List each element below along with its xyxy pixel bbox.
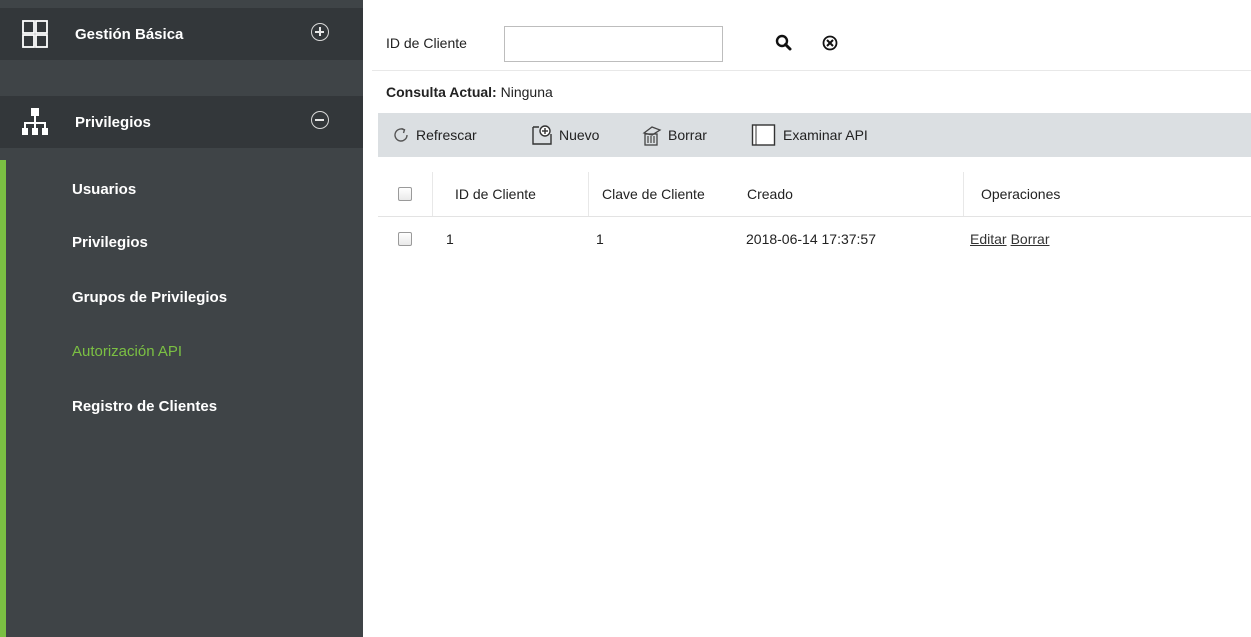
refresh-button[interactable]: Refrescar xyxy=(392,113,477,157)
browse-api-button[interactable]: Examinar API xyxy=(751,113,868,157)
sidebar-item-privilegios[interactable]: Privilegios xyxy=(72,234,148,251)
row-select-cell xyxy=(398,217,412,261)
column-header-operations: Operaciones xyxy=(981,186,1061,202)
hierarchy-icon xyxy=(22,108,48,135)
api-window-icon xyxy=(751,124,776,146)
sidebar-item-usuarios[interactable]: Usuarios xyxy=(72,181,136,198)
collapse-icon[interactable] xyxy=(311,111,329,129)
search-bar: ID de Cliente xyxy=(372,12,1251,71)
browse-api-label: Examinar API xyxy=(783,127,868,143)
column-header-id[interactable]: ID de Cliente xyxy=(455,172,536,216)
cell-operations: Editar Borrar xyxy=(970,217,1053,261)
module-gestion-basica[interactable]: Gestión Básica xyxy=(0,8,363,60)
table-header: ID de Cliente Clave de Cliente Creado Op… xyxy=(378,172,1251,217)
module-label: Privilegios xyxy=(75,113,151,131)
column-header-key[interactable]: Clave de Cliente xyxy=(602,172,705,216)
sidebar: Gestión Básica Privilegios Usuarios Priv… xyxy=(0,0,363,637)
query-label: Consulta Actual: xyxy=(386,84,497,100)
clear-icon[interactable] xyxy=(821,34,839,52)
module-label: Gestión Básica xyxy=(75,25,184,43)
column-divider xyxy=(432,172,433,216)
expand-icon[interactable] xyxy=(311,23,329,41)
search-input[interactable] xyxy=(504,26,723,62)
toolbar: Refrescar Nuevo Borrar Examinar API xyxy=(378,113,1251,157)
sidebar-item-autorizacion-api[interactable]: Autorización API xyxy=(72,343,182,360)
refresh-icon xyxy=(394,127,408,142)
search-icon[interactable] xyxy=(775,34,793,52)
column-header-created[interactable]: Creado xyxy=(747,172,793,216)
column-divider xyxy=(963,172,964,216)
query-value: Ninguna xyxy=(500,84,553,100)
delete-link[interactable]: Borrar xyxy=(1011,231,1050,247)
main-panel: ID de Cliente Consulta Actual: Ninguna R… xyxy=(372,12,1251,637)
submenu: Usuarios Privilegios Grupos de Privilegi… xyxy=(0,160,363,637)
column-divider xyxy=(588,172,589,216)
row-checkbox[interactable] xyxy=(398,232,412,246)
new-document-icon xyxy=(532,125,552,145)
cell-client-key: 1 xyxy=(596,231,604,247)
grid-icon xyxy=(22,20,48,48)
refresh-label: Refrescar xyxy=(416,127,477,143)
table-row[interactable]: 1 1 2018-06-14 17:37:57 Editar Borrar xyxy=(378,217,1251,261)
new-label: Nuevo xyxy=(559,127,600,143)
module-privilegios[interactable]: Privilegios xyxy=(0,96,363,148)
edit-link[interactable]: Editar xyxy=(970,231,1007,247)
cell-client-id: 1 xyxy=(446,231,454,247)
new-button[interactable]: Nuevo xyxy=(531,113,599,157)
delete-label: Borrar xyxy=(668,127,707,143)
delete-button[interactable]: Borrar xyxy=(640,113,707,157)
search-field-label: ID de Cliente xyxy=(386,35,467,51)
current-query: Consulta Actual: Ninguna xyxy=(386,84,553,100)
sidebar-item-grupos-de-privilegios[interactable]: Grupos de Privilegios xyxy=(72,289,227,306)
select-all-cell xyxy=(398,172,412,216)
cell-created: 2018-06-14 17:37:57 xyxy=(746,231,876,247)
sidebar-item-registro-de-clientes[interactable]: Registro de Clientes xyxy=(72,398,217,415)
trash-icon xyxy=(642,126,662,146)
select-all-checkbox[interactable] xyxy=(398,187,412,201)
